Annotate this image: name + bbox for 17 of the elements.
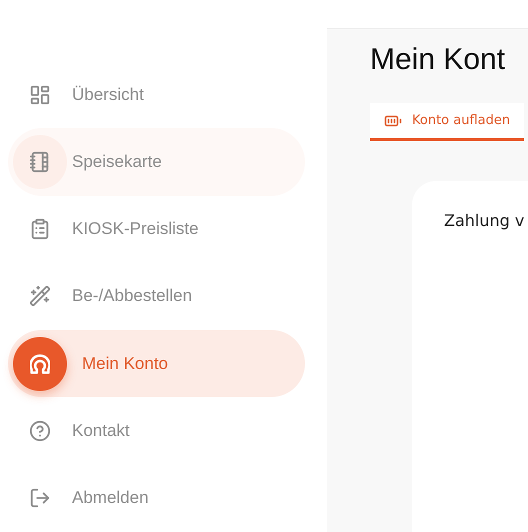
tab[interactable]: Konto aufladen — [370, 103, 524, 141]
page-title: Mein Kont — [370, 43, 506, 77]
sidebar-item[interactable]: KIOSK-Preisliste — [8, 196, 305, 263]
logout-icon — [29, 487, 51, 510]
sidebar-item[interactable]: Speisekarte — [8, 128, 305, 196]
sidebar-item[interactable]: Übersicht — [8, 61, 305, 128]
card-heading: Zahlung v — [444, 211, 524, 230]
dashboard-icon — [29, 84, 51, 106]
clipboard-icon — [29, 218, 51, 240]
sidebar-item[interactable]: Abmelden — [8, 464, 305, 532]
notebook-icon — [29, 150, 51, 173]
sidebar-item[interactable]: Mein Konto — [8, 330, 305, 398]
sidebar-item[interactable]: Be-/Abbestellen — [8, 262, 305, 330]
help-icon — [29, 420, 51, 442]
magic-wand-icon — [29, 285, 51, 308]
omega-icon — [30, 354, 50, 374]
sidebar-item[interactable]: Kontakt — [8, 397, 305, 465]
